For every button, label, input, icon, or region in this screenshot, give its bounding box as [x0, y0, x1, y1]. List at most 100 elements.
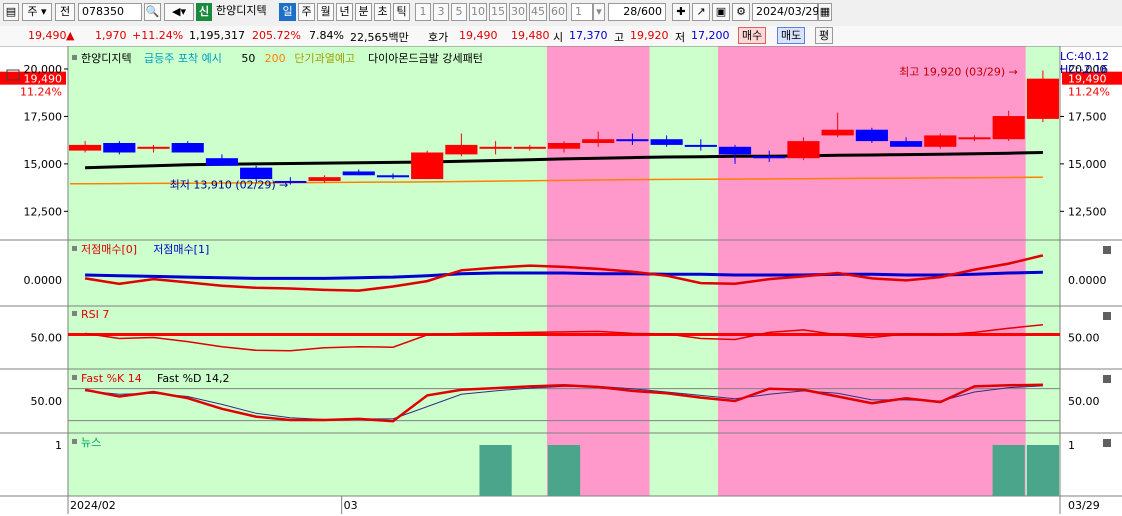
balance-button[interactable]: 평 [815, 27, 834, 44]
volume-ratio: 205.72% [252, 29, 301, 42]
draw-tool-icon[interactable]: ↗ [692, 3, 710, 21]
interval-45[interactable]: 45 [529, 3, 547, 21]
candle-body [684, 144, 717, 147]
lowbuy-legend-item: 저점매수[1] [153, 243, 209, 256]
period-year[interactable]: 년 [336, 3, 353, 21]
interval-input[interactable]: 1 [571, 3, 593, 21]
gear-icon[interactable]: ⚙ [732, 3, 750, 21]
interval-15[interactable]: 15 [489, 3, 507, 21]
candle-body [547, 143, 581, 149]
sell-button[interactable]: 매도 [777, 27, 806, 44]
buy-button[interactable]: 매수 [738, 27, 767, 44]
candle-body [718, 146, 752, 155]
news-tick-right: 1 [1068, 439, 1075, 452]
stoch-tick-left: 50.00 [31, 395, 63, 408]
save-icon[interactable]: ▣ [712, 3, 730, 21]
legend-marker [72, 246, 77, 251]
legend-marker [72, 55, 77, 60]
interval-1[interactable]: 1 [415, 3, 431, 21]
lowbuy-tick-right: 0.0000 [1068, 274, 1107, 287]
candle-body [69, 144, 102, 151]
current-price: 19,490 [28, 29, 67, 42]
price-tick-left: 17,500 [24, 110, 63, 123]
candle-body [103, 143, 136, 153]
price-legend-item: 단기과열예고 [294, 52, 355, 65]
bg-segment-green [68, 46, 547, 496]
x-axis-area [0, 496, 1122, 516]
news-tick-left: 1 [55, 439, 62, 452]
date-input[interactable]: 2024/03/29 [752, 3, 819, 21]
rsi-tick-left: 50.00 [31, 332, 63, 345]
price-tick-right: 17,500 [1068, 110, 1107, 123]
speaker-icon[interactable]: ◀▾ [164, 3, 194, 21]
news-bar [1026, 445, 1059, 496]
mode-button[interactable]: 전 [55, 3, 75, 21]
candle-body [958, 137, 991, 140]
stock-code-input[interactable]: 078350 [78, 3, 142, 21]
low-price: 17,200 [691, 29, 730, 42]
ask-price: 19,490 [459, 29, 498, 42]
sin-badge: 신 [196, 3, 212, 21]
candle-body [137, 146, 170, 149]
price-tick-left: 12,500 [24, 205, 63, 218]
x-end-label: 03/29 [1068, 499, 1100, 512]
candle-body [753, 156, 786, 159]
candle-body [479, 146, 512, 149]
close-icon[interactable] [1103, 375, 1111, 383]
candle-body [1026, 78, 1059, 119]
pct-flag-left: 11.24% [20, 86, 62, 99]
interval-5[interactable]: 5 [451, 3, 467, 21]
candle-body [650, 139, 683, 145]
close-icon[interactable] [1103, 439, 1111, 447]
pct-flag-right: 11.24% [1068, 86, 1110, 99]
price-legend-item: 50 [241, 52, 255, 65]
candle-body [855, 129, 888, 142]
news-bar [479, 445, 512, 496]
candle-body [821, 129, 854, 136]
x-label: 03 [344, 499, 358, 512]
price-tick-right: 15,000 [1068, 158, 1107, 171]
lc-label: LC:40.12 [1060, 50, 1109, 63]
lowbuy-legend-item: 저점매수[0] [81, 243, 137, 256]
market-select[interactable]: 주 ▾ [22, 3, 52, 21]
stock-chart[interactable]: 20,000 20,00017,500 17,50015,000 15,00012,5… [0, 46, 1122, 516]
search-icon[interactable]: 🔍 [144, 3, 161, 21]
rsi-legend-item: RSI 7 [81, 308, 109, 321]
lowbuy-tick-left: 0.0000 [24, 274, 63, 287]
close-icon[interactable] [1103, 312, 1111, 320]
bid-price: 19,480 [511, 29, 550, 42]
high-price: 19,920 [630, 29, 669, 42]
close-icon[interactable] [1103, 246, 1111, 254]
interval-3[interactable]: 3 [433, 3, 449, 21]
period-month[interactable]: 월 [317, 3, 334, 21]
price-legend-item: 급등주 포착 예시 [144, 52, 222, 65]
count-field[interactable]: 28/600 [608, 3, 666, 21]
chevron-down-icon[interactable]: ▾ [593, 3, 605, 21]
hoga-label: 호가 [428, 31, 449, 44]
period-tick[interactable]: 틱 [393, 3, 410, 21]
bg-segment-green [649, 46, 718, 496]
period-minute[interactable]: 분 [355, 3, 372, 21]
interval-10[interactable]: 10 [469, 3, 487, 21]
interval-30[interactable]: 30 [509, 3, 527, 21]
crosshair-icon[interactable]: ✚ [672, 3, 690, 21]
candle-body [582, 139, 615, 143]
stock-name: 한양디지텍 [216, 4, 267, 17]
price-change-pct: +11.24% [132, 29, 184, 42]
period-week[interactable]: 주 [298, 3, 315, 21]
stoch-legend-item: Fast %D 14,2 [157, 372, 230, 385]
legend-marker [72, 311, 77, 316]
legend-marker [72, 439, 77, 444]
toolbar: ▤ 주 ▾ 전 078350 🔍 ◀▾ 신 한양디지텍 일 주 월 년 분 초 … [0, 0, 1122, 27]
x-label: 2024/02 [70, 499, 116, 512]
news-bar [547, 445, 581, 496]
legend-marker [72, 375, 77, 380]
trade-amount: 22,565백만 [350, 31, 409, 44]
calendar-icon[interactable]: ▦ [818, 3, 832, 21]
menu-icon[interactable]: ▤ [3, 3, 19, 21]
low-label: 저 [675, 31, 686, 44]
interval-60[interactable]: 60 [549, 3, 567, 21]
candle-body [616, 139, 649, 142]
period-second[interactable]: 초 [374, 3, 391, 21]
period-day[interactable]: 일 [279, 3, 296, 21]
